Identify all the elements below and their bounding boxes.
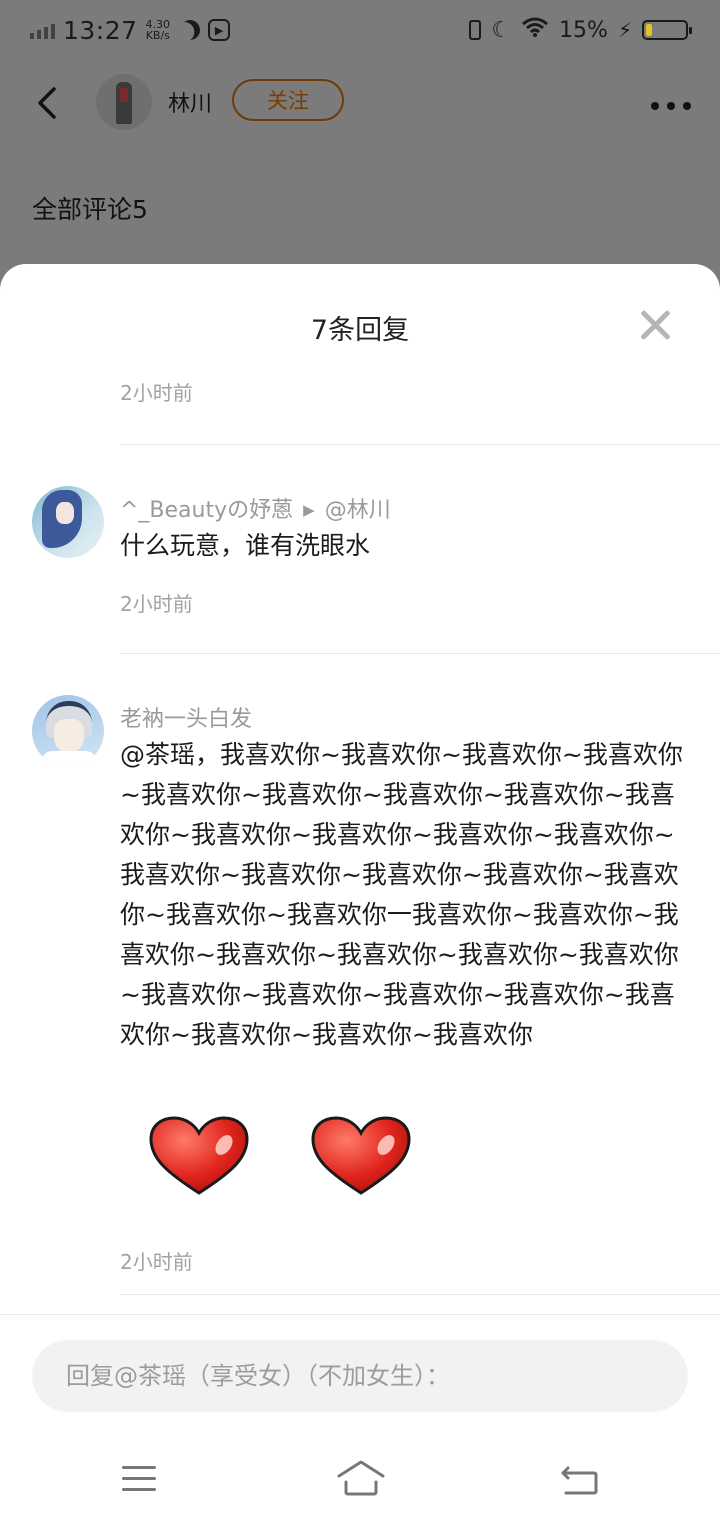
battery-fill [646, 24, 652, 36]
chevron-left-icon[interactable] [34, 86, 60, 123]
divider [120, 1294, 720, 1295]
battery-percent: 15% [559, 17, 608, 43]
system-nav-bar [0, 1450, 720, 1520]
moon-icon [177, 17, 203, 43]
do-not-disturb-icon: ☾ [491, 17, 512, 43]
replies-list[interactable]: 2小时前 ^_Beautyの妤蒽 ▶ @林川 什么玩意，谁有洗眼水 2小时前 老衲一… [0, 382, 720, 1312]
reply-author[interactable]: 老衲一头白发 [120, 701, 252, 733]
divider [120, 653, 720, 654]
reply-input-container[interactable] [32, 1340, 688, 1412]
reply-time: 2小时前 [120, 382, 193, 405]
net-speed: 4.30 KB/s [145, 18, 171, 42]
home-icon[interactable] [336, 1458, 386, 1498]
reply-time: 2小时前 [120, 592, 193, 616]
app-notification-icon: ▶ [208, 19, 231, 41]
battery-icon [642, 20, 692, 40]
top-bar: 林川 关注 [0, 70, 720, 134]
wifi-icon [521, 16, 549, 44]
reply-author-line: ^_Beautyの妤蒽 ▶ @林川 [120, 492, 391, 524]
charging-icon: ⚡ [617, 18, 632, 42]
menu-icon[interactable] [122, 1466, 158, 1492]
follow-button[interactable]: 关注 [232, 79, 344, 121]
reply-to-user[interactable]: @林川 [325, 498, 391, 523]
avatar[interactable] [32, 486, 104, 558]
avatar[interactable] [32, 695, 104, 767]
reply-text: 什么玩意，谁有洗眼水 [120, 531, 371, 560]
emoji-row [148, 1115, 412, 1197]
vibrate-icon [469, 20, 482, 40]
reply-text: @茶瑶，我喜欢你~我喜欢你~我喜欢你~我喜欢你~我喜欢你~我喜欢你~我喜欢你~我… [120, 740, 683, 1049]
username[interactable]: 林川 [168, 86, 212, 118]
heart-emoji-icon [149, 1116, 249, 1195]
status-bar: 13:27 4.30 KB/s ▶ ☾ 15% ⚡ [0, 0, 720, 58]
close-icon[interactable] [638, 308, 672, 342]
divider [120, 444, 720, 445]
signal-icon [30, 21, 55, 39]
divider [0, 1314, 720, 1315]
sheet-title: 7条回复 [310, 315, 410, 346]
clock: 13:27 [63, 15, 138, 45]
reply-input[interactable] [64, 1361, 668, 1391]
back-icon[interactable] [560, 1464, 600, 1496]
avatar[interactable] [96, 74, 152, 130]
reply-time: 2小时前 [120, 1250, 193, 1274]
reply-author[interactable]: ^_Beautyの妤蒽 [120, 498, 293, 523]
comments-count-title: 全部评论5 [32, 195, 148, 224]
more-dots-icon[interactable] [650, 84, 692, 119]
replies-sheet: 7条回复 2小时前 ^_Beautyの妤蒽 ▶ @林川 什么玩意，谁有洗眼水 2小时… [0, 264, 720, 1520]
reply-arrow-icon: ▶ [303, 501, 315, 519]
heart-emoji-icon [311, 1116, 411, 1195]
